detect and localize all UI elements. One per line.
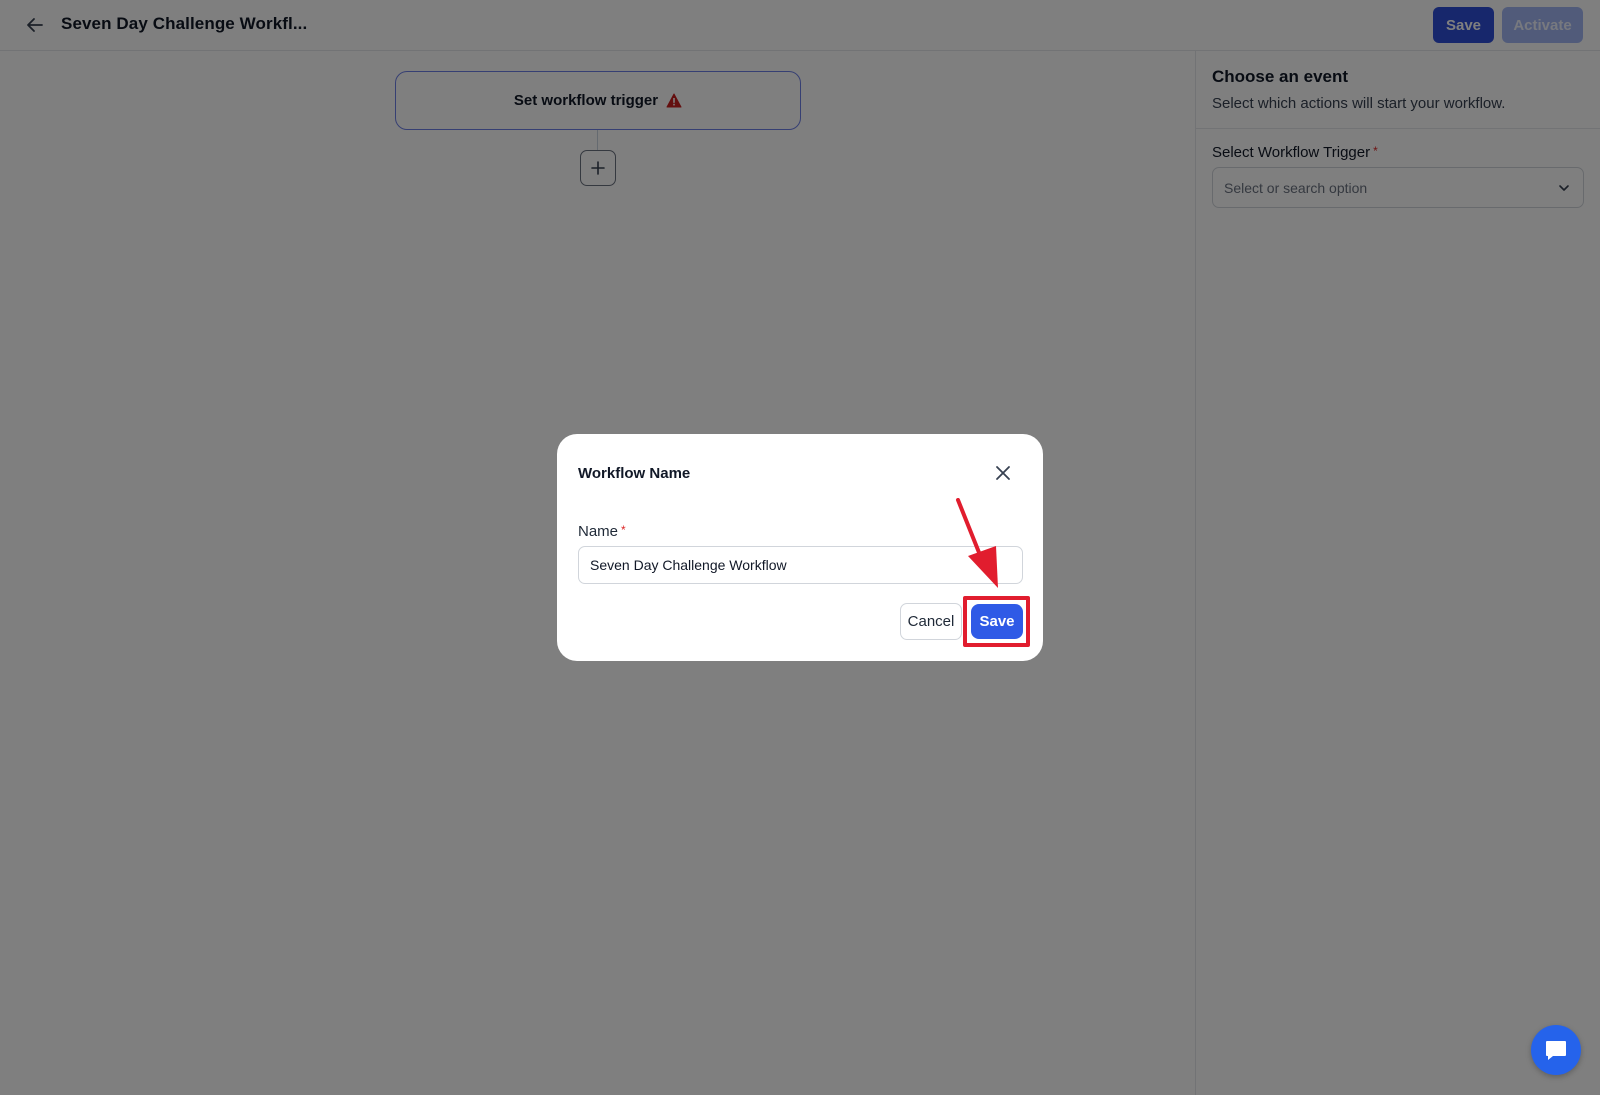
workflow-name-input[interactable] [578,546,1023,584]
chat-bubble-icon [1546,1041,1566,1060]
close-icon [996,466,1010,480]
cancel-button[interactable]: Cancel [900,603,962,640]
modal-title: Workflow Name [578,465,691,482]
name-field-label-text: Name [578,523,619,540]
chat-launcher-button[interactable] [1531,1025,1581,1075]
modal-save-button[interactable]: Save [971,604,1023,639]
required-marker: * [621,523,626,537]
name-field-label: Name * [578,523,626,540]
modal-close-button[interactable] [992,462,1014,484]
workflow-name-modal: Workflow Name Name* Cancel Save [557,434,1043,661]
